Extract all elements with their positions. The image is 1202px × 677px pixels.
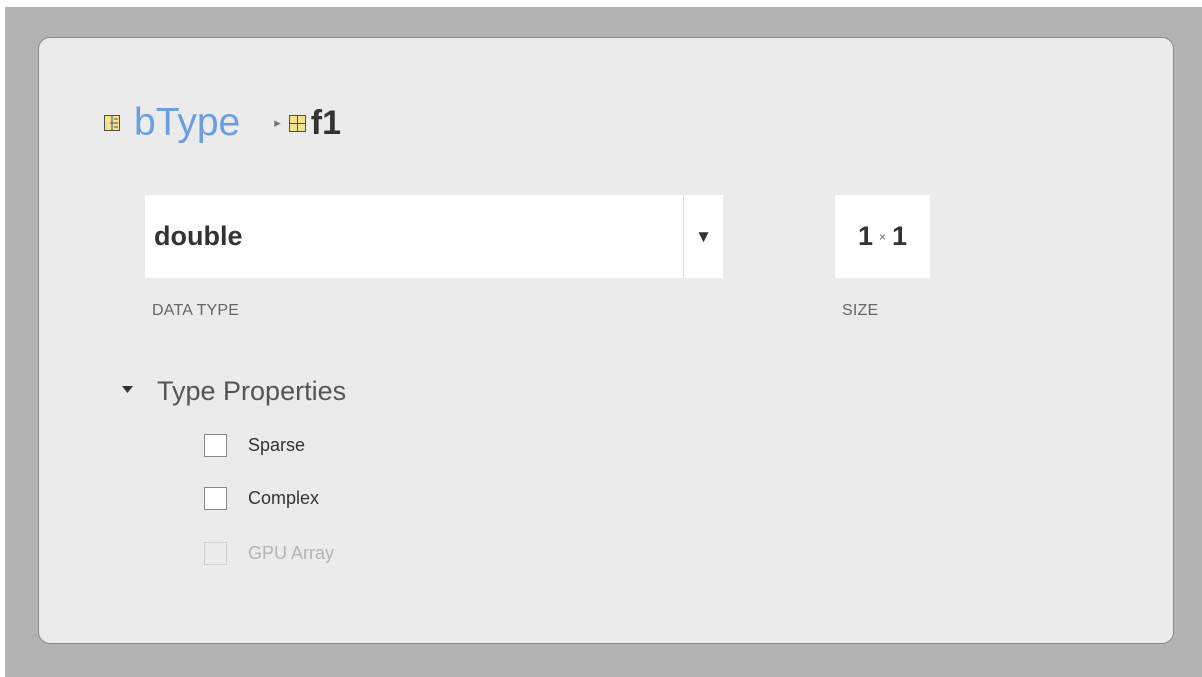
- data-type-label: DATA TYPE: [152, 302, 240, 319]
- breadcrumb-parent-link[interactable]: bType: [134, 98, 240, 148]
- sparse-option[interactable]: Sparse: [204, 432, 305, 458]
- collapse-triangle-icon: [122, 385, 133, 397]
- size-times-icon: ×: [878, 229, 886, 244]
- size-rows: 1: [857, 221, 873, 251]
- breadcrumb-separator-icon: ▸: [274, 115, 281, 130]
- complex-option[interactable]: Complex: [204, 485, 319, 511]
- data-type-value: double: [154, 221, 243, 251]
- type-properties-title: Type Properties: [157, 375, 347, 406]
- breadcrumb-current: f1: [310, 104, 342, 142]
- dropdown-arrow-icon[interactable]: ▼: [683, 195, 723, 278]
- size-cols: 1: [892, 221, 908, 251]
- size-label: SIZE: [842, 302, 879, 319]
- breadcrumb: bType ▸ f1: [104, 98, 341, 148]
- gpu-array-option: GPU Array: [204, 540, 334, 566]
- complex-label: Complex: [248, 487, 320, 508]
- size-field[interactable]: 1 × 1: [835, 195, 930, 278]
- struct-icon: [104, 115, 120, 131]
- sparse-label: Sparse: [248, 434, 306, 455]
- data-type-dropdown[interactable]: double ▼: [145, 195, 723, 278]
- field-grid-icon: [288, 114, 306, 132]
- complex-checkbox[interactable]: [204, 486, 227, 510]
- gpu-array-checkbox: [204, 541, 227, 565]
- type-properties-toggle[interactable]: Type Properties: [122, 372, 346, 410]
- sparse-checkbox[interactable]: [204, 433, 227, 457]
- gpu-array-label: GPU Array: [248, 542, 335, 563]
